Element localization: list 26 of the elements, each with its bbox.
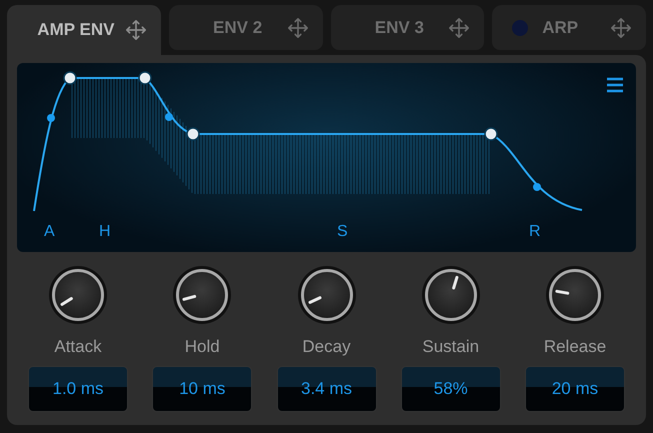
move-icon[interactable] — [286, 16, 308, 38]
knob-label: Release — [544, 336, 606, 358]
value-display[interactable]: 20 ms — [525, 366, 625, 412]
stage-label: A — [44, 222, 55, 242]
knob[interactable] — [300, 269, 352, 321]
move-icon[interactable] — [610, 16, 632, 38]
stage-label: R — [529, 222, 541, 242]
value-display[interactable]: 1.0 ms — [28, 366, 128, 412]
stage-label: S — [337, 222, 348, 242]
knob-label: Sustain — [422, 336, 480, 358]
knob-label: Decay — [302, 336, 351, 358]
knob[interactable] — [52, 269, 104, 321]
tab[interactable]: AMP ENV — [7, 5, 161, 55]
move-icon[interactable] — [448, 16, 470, 38]
menu-icon[interactable] — [606, 77, 624, 93]
value-display[interactable]: 10 ms — [152, 366, 252, 412]
knob[interactable] — [549, 269, 601, 321]
move-icon[interactable] — [124, 19, 147, 41]
envelope-graph[interactable]: A H S R — [17, 63, 636, 252]
stage-label: H — [99, 222, 111, 242]
knob-label: Attack — [54, 336, 102, 358]
knob[interactable] — [424, 269, 477, 321]
value-display[interactable]: 58% — [400, 366, 501, 412]
knob-label: Hold — [184, 336, 220, 358]
value-display[interactable]: 3.4 ms — [276, 366, 376, 412]
knob[interactable] — [176, 269, 228, 321]
